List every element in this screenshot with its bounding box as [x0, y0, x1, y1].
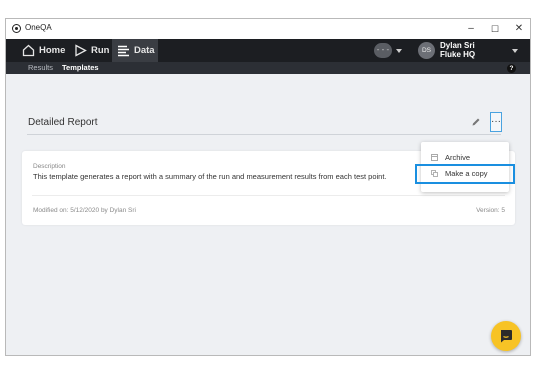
- tab-templates[interactable]: Templates: [62, 63, 99, 72]
- user-org: Fluke HQ: [440, 49, 476, 59]
- home-icon: [22, 44, 35, 57]
- chat-button[interactable]: [491, 321, 521, 351]
- edit-pencil-icon[interactable]: [471, 117, 481, 127]
- main-content: Detailed Report ··· Description This tem…: [6, 74, 530, 355]
- title-bar: OneQA – ☐ ✕: [6, 19, 530, 39]
- app-logo-icon: [12, 24, 21, 33]
- page-title: Detailed Report: [28, 117, 98, 128]
- chevron-down-icon[interactable]: [396, 49, 402, 53]
- description-label: Description: [33, 163, 66, 170]
- avatar[interactable]: DS: [418, 42, 435, 59]
- nav-item-run[interactable]: Run: [74, 39, 109, 62]
- modified-text: Modified on: 5/12/2020 by Dylan Sri: [33, 207, 136, 214]
- minimize-button[interactable]: –: [460, 22, 482, 36]
- nav-item-label: Data: [134, 45, 155, 56]
- chat-icon: [501, 330, 512, 343]
- help-icon[interactable]: ?: [507, 63, 516, 73]
- maximize-button[interactable]: ☐: [484, 22, 506, 36]
- data-icon: [118, 45, 129, 57]
- version-text: Version: 5: [476, 207, 505, 214]
- archive-icon: [431, 154, 438, 161]
- user-info[interactable]: Dylan Sri Fluke HQ: [440, 41, 476, 59]
- selection-highlight: [415, 164, 515, 184]
- sub-nav: Results Templates ?: [6, 62, 530, 74]
- nav-item-label: Home: [39, 45, 66, 56]
- title-divider: [27, 134, 501, 135]
- user-menu-chevron-icon[interactable]: [512, 49, 518, 53]
- menu-item-label: Archive: [445, 153, 471, 162]
- nav-item-label: Run: [91, 45, 110, 56]
- top-nav: Home Run Data - - - DS Dylan Sri Fluke H…: [6, 39, 530, 62]
- app-title: OneQA: [25, 23, 52, 32]
- close-button[interactable]: ✕: [508, 22, 530, 36]
- description-text: This template generates a report with a …: [33, 172, 387, 181]
- tab-results[interactable]: Results: [28, 63, 53, 72]
- card-divider: [32, 195, 505, 196]
- status-indicator[interactable]: - - -: [374, 43, 392, 58]
- play-icon: [75, 44, 87, 57]
- nav-item-home[interactable]: Home: [22, 39, 65, 62]
- app-window: OneQA – ☐ ✕ Home Run Data - - - DS Dylan…: [5, 18, 531, 356]
- more-options-button[interactable]: ···: [490, 112, 502, 132]
- nav-item-data[interactable]: Data: [112, 39, 158, 62]
